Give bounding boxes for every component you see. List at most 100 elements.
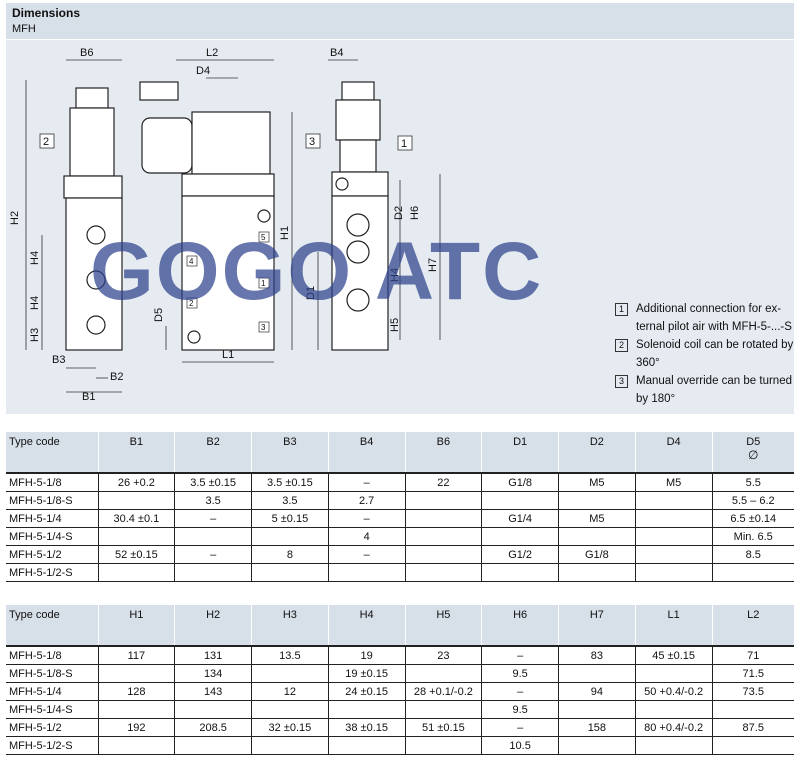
table-cell: 3.5	[174, 491, 252, 510]
svg-text:B4: B4	[330, 47, 343, 59]
table-cell: –	[174, 509, 252, 528]
table-cell: 94	[558, 682, 636, 701]
table-row: MFH-5-1/2 192 208.5 32 ±0.15 38 ±0.15 51 ±0.1…	[6, 718, 794, 737]
table-cell: 80 +0.4/-0.2	[634, 718, 712, 737]
svg-text:L1: L1	[222, 349, 234, 361]
table-cell	[634, 700, 712, 719]
pilot-head-front	[63, 175, 123, 199]
table-cell: 71.5	[711, 664, 794, 683]
coil-end	[335, 99, 381, 141]
table-cell	[634, 545, 712, 564]
column-header: Type code	[6, 605, 98, 646]
svg-text:H4: H4	[29, 251, 41, 265]
column-header: H3	[251, 605, 329, 646]
table-cell	[97, 563, 175, 582]
table-cell: –	[174, 545, 252, 564]
table-cell: 32 ±0.15	[251, 718, 329, 737]
table-cell: 134	[174, 664, 252, 683]
svg-text:B6: B6	[80, 47, 93, 59]
svg-text:L2: L2	[206, 47, 218, 59]
column-header: H2	[174, 605, 252, 646]
table-cell: MFH-5-1/4	[6, 509, 98, 528]
svg-text:3: 3	[309, 136, 315, 148]
table-cell: 10.5	[481, 736, 559, 755]
table-cell	[404, 563, 482, 582]
table-row: MFH-5-1/4 30.4 ±0.1–5 ±0.15– G1/4 M5 6.5 ±0.…	[6, 509, 794, 528]
table-row: MFH-5-1/4 128 143 12 24 ±0.15 28 +0.1/-0.2–94…	[6, 682, 794, 701]
table-cell: MFH-5-1/2-S	[6, 563, 98, 582]
table-cell: 131	[174, 645, 252, 665]
footnotes: 1 Additional connection for ex-ternal pil…	[610, 300, 795, 408]
table-cell: MFH-5-1/8	[6, 472, 98, 492]
coil-plug-side	[139, 81, 179, 101]
table-cell: 192	[97, 718, 175, 737]
table-cell: 9.5	[481, 700, 559, 719]
table-cell: MFH-5-1/2	[6, 718, 98, 737]
pilot-head-side	[181, 173, 275, 197]
table-cell: 19 ±0.15	[327, 664, 405, 683]
table-cell: MFH-5-1/8-S	[6, 491, 98, 510]
table-cell: –	[481, 682, 559, 701]
dimensions-table-b-d: Type code B1 B2 B3 B4 B6 D1 D2 D4 D5 ∅ MFH-5-1/8 26…	[6, 432, 794, 582]
table-cell	[711, 700, 794, 719]
table-cell: MFH-5-1/8-S	[6, 664, 98, 683]
coil-connector-front	[75, 87, 109, 109]
svg-text:1: 1	[401, 138, 407, 150]
table-cell: 208.5	[174, 718, 252, 737]
table-cell	[251, 736, 329, 755]
note-text: Manual override can be turned by 180°	[636, 375, 792, 405]
note-text: Additional connection for ex-ternal pilo…	[636, 303, 792, 333]
svg-text:D2: D2	[393, 206, 405, 220]
coil-housing-side	[191, 111, 271, 175]
svg-text:3: 3	[261, 323, 266, 332]
table-cell: 5 ±0.15	[251, 509, 329, 528]
column-header: B4	[327, 432, 405, 473]
table-cell: G1/2	[481, 545, 559, 564]
table-cell: 28 +0.1/-0.2	[404, 682, 482, 701]
svg-text:B3: B3	[52, 354, 65, 366]
svg-text:2: 2	[43, 136, 49, 148]
table-cell	[634, 509, 712, 528]
table-cell	[97, 736, 175, 755]
note-text: Solenoid coil can be rotated by 360°	[636, 339, 794, 369]
column-header: D4	[634, 432, 712, 473]
table-cell: G1/8	[558, 545, 636, 564]
svg-text:H4: H4	[29, 296, 41, 310]
table-cell: 87.5	[711, 718, 794, 737]
table-cell: M5	[558, 472, 636, 492]
table-cell: 5.5	[711, 472, 794, 492]
column-header: H1	[97, 605, 175, 646]
table-cell	[404, 491, 482, 510]
table-cell: MFH-5-1/4-S	[6, 700, 98, 719]
section-title: Dimensions	[12, 6, 81, 20]
table-cell	[327, 563, 405, 582]
table-cell: 38 ±0.15	[327, 718, 405, 737]
table-cell: 3.5	[251, 491, 329, 510]
connector-end	[341, 81, 375, 101]
note-2: 2 Solenoid coil can be rotated by 360°	[610, 336, 795, 372]
table-cell	[404, 700, 482, 719]
table-cell	[558, 664, 636, 683]
table-cell: G1/8	[481, 472, 559, 492]
column-header: B6	[404, 432, 482, 473]
table-cell	[97, 700, 175, 719]
table-cell: –	[327, 509, 405, 528]
table-cell	[251, 563, 329, 582]
table-cell	[174, 736, 252, 755]
table-cell	[634, 736, 712, 755]
table-cell: 24 ±0.15	[327, 682, 405, 701]
table-row: MFH-5-1/2 52 ±0.15–8– G1/2 G1/8 8.5	[6, 545, 794, 564]
table-cell: 128	[97, 682, 175, 701]
table-cell	[174, 563, 252, 582]
table-cell: 3.5 ±0.15	[251, 472, 329, 492]
table-cell	[558, 563, 636, 582]
table-cell	[634, 491, 712, 510]
solenoid-front	[69, 107, 115, 177]
diameter-symbol: ∅	[748, 448, 759, 462]
table-cell: –	[327, 472, 405, 492]
table-row: MFH-5-1/8-S 3.5 3.5 2.7 5.5 – 6.2	[6, 491, 794, 510]
table-cell	[251, 527, 329, 546]
column-header: H4	[327, 605, 405, 646]
table-cell	[97, 527, 175, 546]
column-header: B2	[174, 432, 252, 473]
